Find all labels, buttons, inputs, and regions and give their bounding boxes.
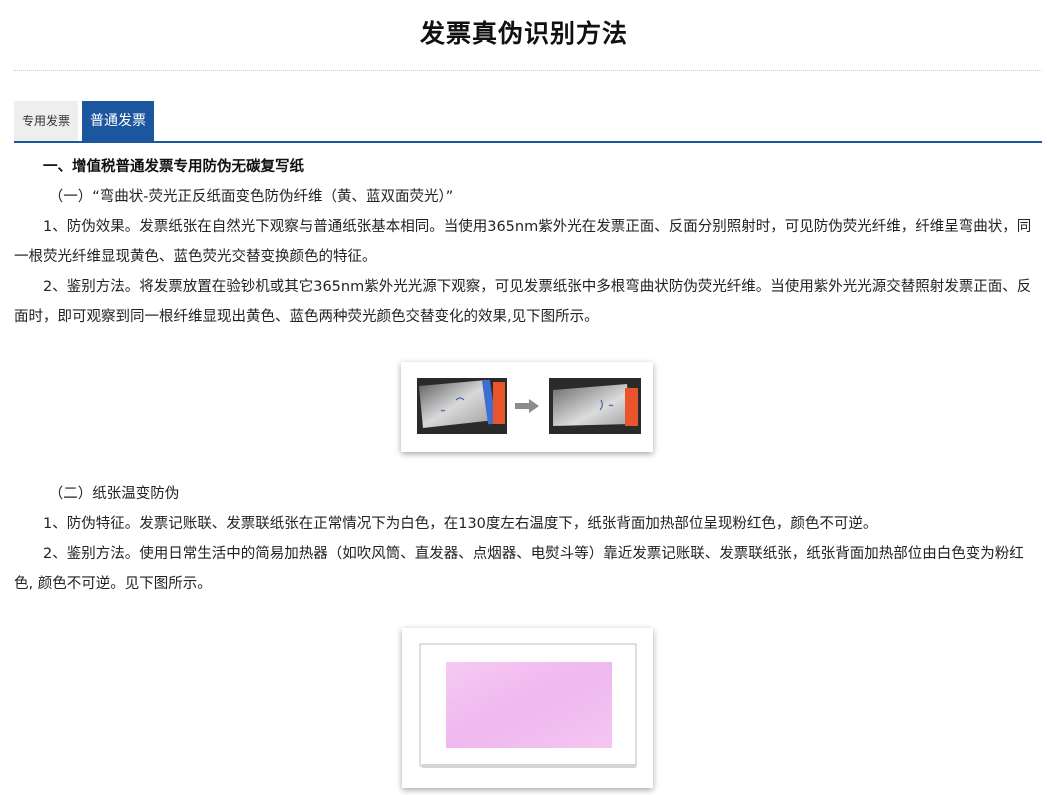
paragraph-method: 2、鉴别方法。将发票放置在验钞机或其它365nm紫外光光源下观察，可见发票纸张中…	[14, 279, 1032, 325]
paragraph-effect: 1、防伪效果。发票纸张在自然光下观察与普通纸张基本相同。当使用365nm紫外光在…	[14, 219, 1032, 265]
page-title: 发票真伪识别方法	[419, 19, 628, 48]
figure-uv-fiber	[401, 362, 653, 452]
paragraph-thermal-feature: 1、防伪特征。发票记账联、发票联纸张在正常情况下为白色，在130度左右温度下，纸…	[43, 516, 878, 532]
section-thermal: （二）纸张温变防伪 1、防伪特征。发票记账联、发票联纸张在正常情况下为白色，在1…	[14, 479, 1042, 599]
section-heading: 一、增值税普通发票专用防伪无碳复写纸	[43, 159, 304, 175]
tab-special-invoice[interactable]: 专用发票	[14, 101, 79, 141]
sub-heading-fiber: （一）“弯曲状-荧光正反纸面变色防伪纤维（黄、蓝双面荧光）”	[48, 189, 454, 205]
thermal-paper-illustration	[419, 643, 637, 768]
section-fluorescent-fiber: 一、增值税普通发票专用防伪无碳复写纸 （一）“弯曲状-荧光正反纸面变色防伪纤维（…	[14, 152, 1042, 332]
tab-underline	[14, 141, 1042, 143]
uv-fiber-illustration	[417, 378, 641, 434]
page: 发票真伪识别方法 专用发票 普通发票 一、增值税普通发票专用防伪无碳复写纸 （一…	[0, 0, 1048, 795]
sub-heading-thermal: （二）纸张温变防伪	[48, 486, 180, 502]
title-divider	[14, 70, 1042, 71]
figure-thermal-paper	[402, 628, 653, 788]
tab-bar: 专用发票 普通发票	[14, 101, 158, 142]
paragraph-thermal-method: 2、鉴别方法。使用日常生活中的简易加热器（如吹风筒、直发器、点烟器、电熨斗等）靠…	[14, 546, 1024, 592]
tab-ordinary-invoice[interactable]: 普通发票	[82, 101, 155, 141]
